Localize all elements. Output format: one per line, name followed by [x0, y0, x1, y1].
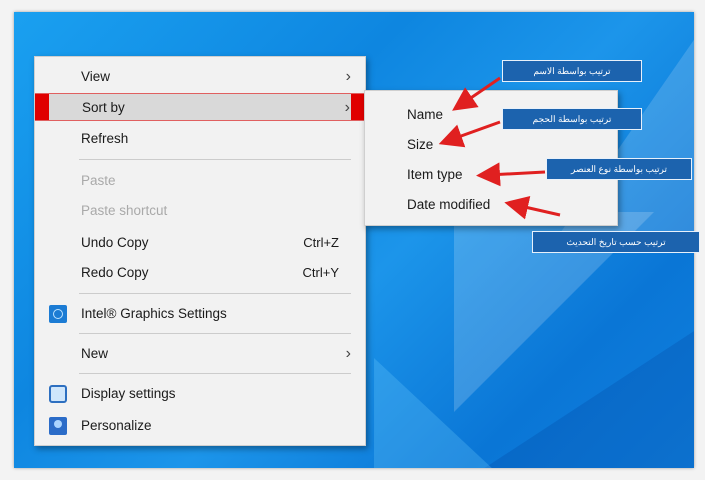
menu-item-label: Intel® Graphics Settings: [81, 306, 227, 321]
annotation-date-modified: ترتيب حسب تاريخ التحديث: [532, 231, 700, 253]
annotation-name: ترتيب بواسطة الاسم: [502, 60, 642, 82]
submenu-item-date-modified[interactable]: Date modified: [407, 197, 490, 212]
menu-item-new[interactable]: New ›: [35, 340, 365, 368]
menu-item-personalize[interactable]: Personalize: [35, 412, 365, 440]
menu-item-paste[interactable]: Paste: [35, 167, 365, 195]
chevron-right-icon: ›: [345, 345, 351, 362]
left-marker: [35, 94, 49, 120]
menu-item-label: Refresh: [81, 131, 129, 146]
submenu-item-size[interactable]: Size: [407, 137, 433, 152]
annotation-item-type: ترتيب بواسطة نوع العنصر: [546, 158, 692, 180]
submenu-item-item-type[interactable]: Item type: [407, 167, 463, 182]
menu-item-label: Personalize: [81, 418, 152, 433]
chevron-right-icon: ›: [344, 99, 350, 116]
menu-item-display-settings[interactable]: Display settings: [35, 380, 365, 408]
annotation-size: ترتيب بواسطة الحجم: [502, 108, 642, 130]
menu-item-sort-by[interactable]: Sort by ›: [35, 93, 365, 121]
wallpaper-facet: [454, 318, 694, 468]
chevron-right-icon: ›: [345, 68, 351, 85]
menu-item-label: Undo Copy: [81, 235, 149, 250]
menu-separator: [79, 373, 351, 374]
menu-item-label: Display settings: [81, 386, 176, 401]
menu-item-label: Redo Copy: [81, 265, 149, 280]
personalize-icon: [49, 417, 67, 435]
menu-item-refresh[interactable]: Refresh: [35, 125, 365, 153]
menu-item-label: New: [81, 346, 109, 361]
right-marker: [351, 94, 365, 120]
submenu-item-name[interactable]: Name: [407, 107, 443, 122]
shortcut-label: Ctrl+Y: [302, 265, 339, 280]
menu-separator: [79, 333, 351, 334]
menu-item-label: View: [81, 69, 111, 84]
menu-item-undo-copy[interactable]: Undo Copy Ctrl+Z: [35, 229, 365, 257]
display-settings-icon: [49, 385, 67, 403]
desktop-context-menu: View › Sort by › Refresh Paste Paste sho…: [34, 56, 366, 446]
menu-item-paste-shortcut[interactable]: Paste shortcut: [35, 197, 365, 225]
menu-item-redo-copy[interactable]: Redo Copy Ctrl+Y: [35, 259, 365, 287]
menu-item-label: Paste shortcut: [81, 203, 168, 218]
menu-item-view[interactable]: View ›: [35, 63, 365, 91]
menu-separator: [79, 159, 351, 160]
wallpaper-facet: [374, 358, 524, 468]
menu-item-label: Sort by: [82, 100, 125, 115]
menu-separator: [79, 293, 351, 294]
menu-item-label: Paste: [81, 173, 116, 188]
menu-item-intel-graphics-settings[interactable]: Intel® Graphics Settings: [35, 300, 365, 328]
shortcut-label: Ctrl+Z: [303, 235, 339, 250]
intel-graphics-icon: [49, 305, 67, 323]
